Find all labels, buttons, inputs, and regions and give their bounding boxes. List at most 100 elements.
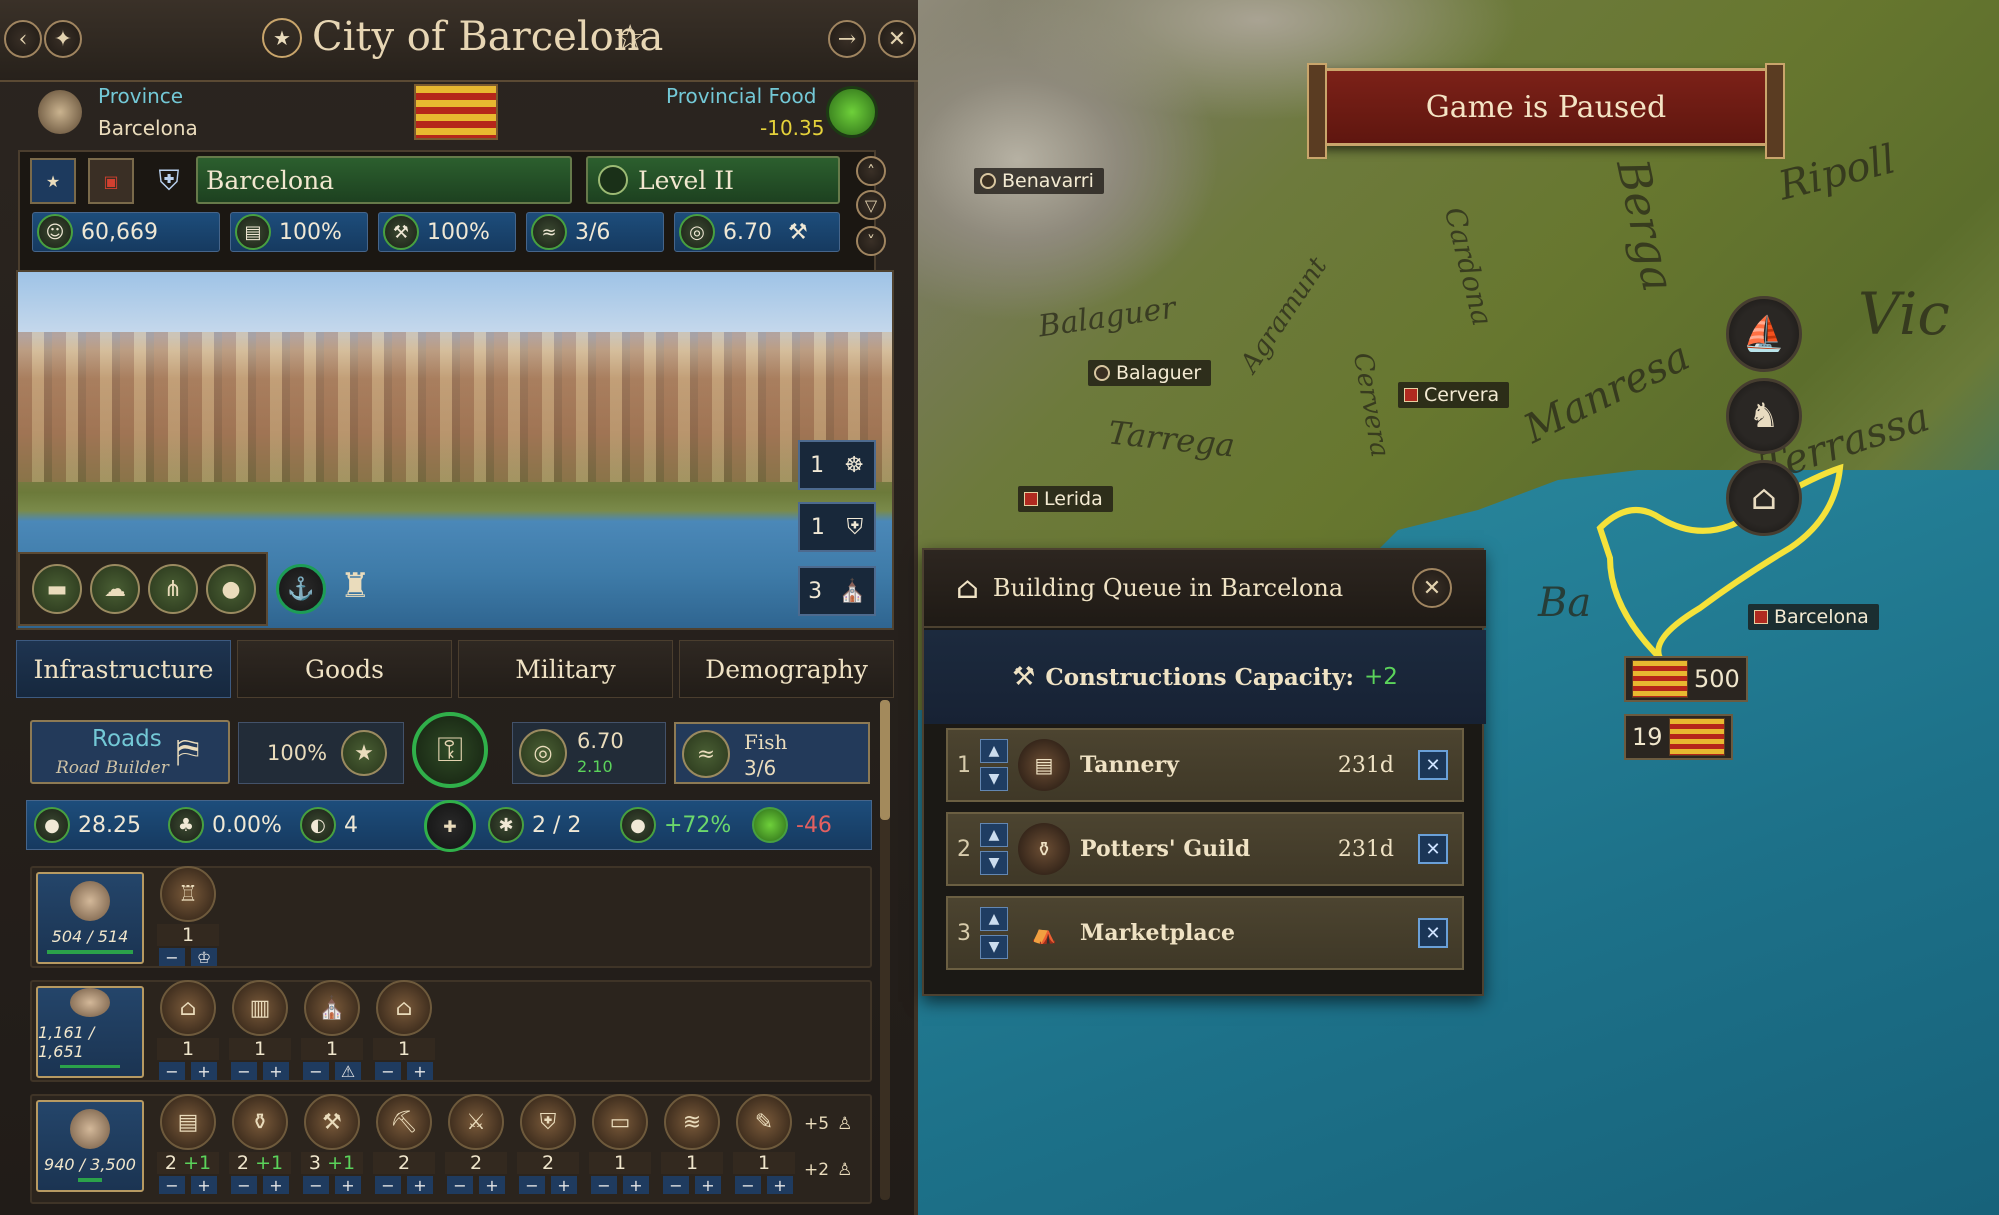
increase-button[interactable]: + <box>695 1176 721 1195</box>
stat-storage[interactable]: ▤ 100% <box>230 212 368 252</box>
building-potters[interactable]: ⚱ 2 +1− + <box>228 1094 292 1195</box>
decrease-button[interactable]: − <box>663 1176 689 1195</box>
increase-button[interactable]: + <box>767 1176 793 1195</box>
decrease-button[interactable]: − <box>159 1176 185 1195</box>
city-label-benavarri[interactable]: Benavarri <box>974 168 1104 194</box>
coat-of-arms-icon[interactable]: ▣ <box>88 158 134 204</box>
back-button[interactable]: ‹ <box>4 20 42 58</box>
decrease-button[interactable]: − <box>447 1176 473 1195</box>
pop-card-peasants[interactable]: 940 / 3,500 <box>36 1100 144 1192</box>
metric-culture[interactable]: ◐ 4 <box>296 805 406 845</box>
favorite-star-icon[interactable]: ☆ <box>614 18 646 59</box>
cavalry-button[interactable]: ♞ <box>1726 378 1802 454</box>
tab-military[interactable]: Military <box>458 640 673 698</box>
army-stack[interactable]: 500 <box>1624 656 1748 702</box>
increase-button[interactable]: + <box>551 1176 577 1195</box>
road-efficiency[interactable]: 100% ★ <box>238 722 404 784</box>
move-up-button[interactable]: ▲ <box>980 907 1008 931</box>
increase-button[interactable]: + <box>191 1176 217 1195</box>
goto-button[interactable]: → <box>828 20 866 58</box>
upgrade-button[interactable]: ♔ <box>191 948 217 967</box>
tab-demography[interactable]: Demography <box>679 640 894 698</box>
filter-button[interactable]: ▽ <box>856 190 886 220</box>
decrease-button[interactable]: − <box>231 1176 257 1195</box>
farmland-button[interactable]: ▬ <box>32 564 82 614</box>
province-flag[interactable] <box>414 84 498 140</box>
metric-stone[interactable]: ● 28.25 <box>30 805 150 845</box>
move-down-button[interactable]: ▼ <box>980 851 1008 875</box>
building-castle[interactable]: ♖ 1 − ♔ <box>156 866 220 967</box>
increase-button[interactable]: + <box>623 1176 649 1195</box>
metric-people[interactable]: ✱ 2 / 2 <box>484 805 594 845</box>
decrease-button[interactable]: − <box>519 1176 545 1195</box>
building-chapel[interactable]: ⛪ 1− ⚠ <box>300 980 364 1081</box>
panel-scrollbar[interactable] <box>880 700 890 1200</box>
decrease-button[interactable]: − <box>375 1176 401 1195</box>
coins-card[interactable]: ◎ 6.70 2.10 <box>512 722 666 784</box>
port-counter[interactable]: 1 ☸ <box>798 440 876 490</box>
scroll-down-button[interactable]: ˅ <box>856 226 886 256</box>
close-button[interactable]: ✕ <box>878 20 916 58</box>
building-townhall[interactable]: ⌂ 1− + <box>372 980 436 1081</box>
increase-button[interactable]: + <box>335 1176 361 1195</box>
extra-slots-2[interactable]: +2 ♙ <box>804 1160 852 1180</box>
stat-population[interactable]: ☺ 60,669 <box>32 212 220 252</box>
queue-close-button[interactable]: ✕ <box>1412 568 1452 608</box>
lighthouse-icon[interactable]: ♜ <box>340 566 370 606</box>
building-carpenter[interactable]: ▭ 1− + <box>588 1094 652 1195</box>
decrease-button[interactable]: − <box>159 1062 185 1081</box>
province-name[interactable]: Barcelona <box>98 116 198 140</box>
metric-food-growth[interactable]: ● +72% <box>616 805 736 845</box>
move-down-button[interactable]: ▼ <box>980 767 1008 791</box>
building-armorer[interactable]: ⛨ 2− + <box>516 1094 580 1195</box>
city-label-lerida[interactable]: Lerida <box>1018 486 1113 512</box>
city-level[interactable]: Level II <box>586 156 840 204</box>
decrease-button[interactable]: − <box>159 948 185 967</box>
scrollbar-thumb[interactable] <box>880 700 890 820</box>
increase-button[interactable]: + <box>263 1062 289 1081</box>
queue-item[interactable]: 2 ▲ ▼ ⚱ Potters' Guild 231d ✕ <box>946 812 1464 886</box>
decrease-button[interactable]: − <box>735 1176 761 1195</box>
grain-button[interactable]: ⋔ <box>148 564 198 614</box>
stat-slots[interactable]: ≈3/6 <box>526 212 664 252</box>
building-mine[interactable]: ⛏ 2− + <box>372 1094 436 1195</box>
health-button[interactable]: ✚ <box>424 800 476 852</box>
decrease-button[interactable]: − <box>375 1062 401 1081</box>
queue-item[interactable]: 3 ▲ ▼ ⛺ Marketplace ✕ <box>946 896 1464 970</box>
city-label-cervera[interactable]: Cervera <box>1398 382 1510 408</box>
tab-goods[interactable]: Goods <box>237 640 452 698</box>
increase-button[interactable]: + <box>407 1176 433 1195</box>
building-scribe[interactable]: ✎ 1− + <box>732 1094 796 1195</box>
remove-button[interactable]: ✕ <box>1418 918 1448 948</box>
increase-button[interactable]: + <box>407 1062 433 1081</box>
increase-button[interactable]: + <box>263 1176 289 1195</box>
remove-button[interactable]: ✕ <box>1418 834 1448 864</box>
scroll-up-button[interactable]: ˄ <box>856 156 886 186</box>
queue-item[interactable]: 1 ▲ ▼ ▤ Tannery 231d ✕ <box>946 728 1464 802</box>
shield-icon[interactable]: ⛨ <box>146 158 192 204</box>
pop-card-burghers[interactable]: 1,161 / 1,651 <box>36 986 144 1078</box>
church-counter[interactable]: 3 ⛪ <box>798 566 876 616</box>
building-tailor[interactable]: ≋ 1− + <box>660 1094 724 1195</box>
fish-card[interactable]: ≈ Fish 3/6 <box>674 722 870 784</box>
tab-infrastructure[interactable]: Infrastructure <box>16 640 231 698</box>
compass-button[interactable]: ✦ <box>44 20 82 58</box>
city-rank-icon[interactable]: ★ <box>30 158 76 204</box>
army-stack-2[interactable]: 19 <box>1624 714 1733 760</box>
increase-button[interactable]: + <box>191 1062 217 1081</box>
remove-button[interactable]: ✕ <box>1418 750 1448 780</box>
increase-button[interactable]: + <box>479 1176 505 1195</box>
roads-card[interactable]: Roads Road Builder ⛿ <box>30 720 230 784</box>
upgrade-button[interactable]: ⚠ <box>335 1062 361 1081</box>
building-library[interactable]: ▥ 1− + <box>228 980 292 1081</box>
building-tannery[interactable]: ▤ 2 +1− + <box>156 1094 220 1195</box>
stone-button[interactable]: ● <box>206 564 256 614</box>
decrease-button[interactable]: − <box>591 1176 617 1195</box>
city-name-field[interactable]: Barcelona <box>196 156 572 204</box>
fleet-button[interactable]: ⛵ <box>1726 296 1802 372</box>
pasture-button[interactable]: ☁ <box>90 564 140 614</box>
pop-card-nobles[interactable]: 504 / 514 <box>36 872 144 964</box>
city-label-balaguer[interactable]: Balaguer <box>1088 360 1212 386</box>
move-down-button[interactable]: ▼ <box>980 935 1008 959</box>
move-up-button[interactable]: ▲ <box>980 739 1008 763</box>
